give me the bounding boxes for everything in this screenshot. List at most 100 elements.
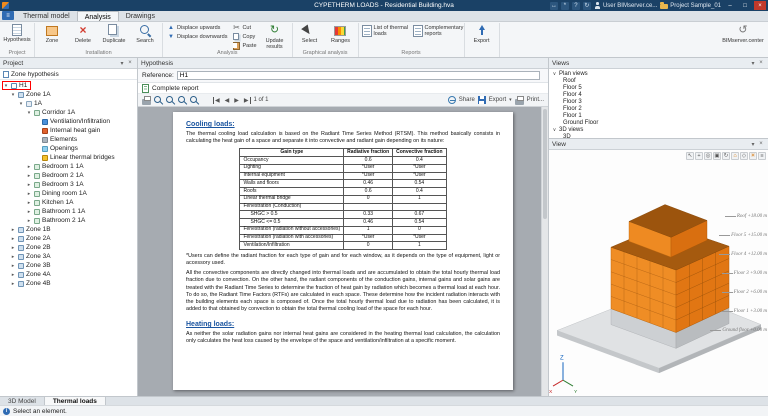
app-menu-button[interactable]: ≡ (2, 11, 14, 20)
chevron-down-icon[interactable]: ▾ (509, 97, 512, 103)
complementary-reports-button[interactable]: Complementary reports (412, 23, 463, 39)
print-label[interactable]: Print... (527, 97, 544, 103)
duplicate-button[interactable]: Duplicate (99, 23, 129, 44)
scrollbar-thumb[interactable] (543, 109, 547, 219)
list-of-thermal-loads-button[interactable]: List of thermal loads (361, 23, 411, 39)
orbit-icon[interactable]: ↻ (722, 152, 730, 160)
pin-icon[interactable]: ▾ (749, 141, 757, 148)
reference-input[interactable] (176, 71, 540, 80)
tree-item-zone-1a[interactable]: ▾ Zone 1A (10, 90, 54, 99)
close-icon[interactable]: × (757, 141, 765, 147)
tree-item-kitchen-1a[interactable]: ▸ Kitchen 1A (26, 198, 76, 207)
search-button[interactable]: Search (130, 23, 160, 44)
expand-icon[interactable]: ▸ (26, 164, 32, 170)
tree-item-zone-3b[interactable]: ▸ Zone 3B (10, 261, 54, 270)
delete-button[interactable]: Delete (68, 23, 98, 44)
expand-icon[interactable]: ▸ (10, 281, 16, 287)
tree-item-linear-thermal-bridges[interactable]: Linear thermal bridges (34, 153, 118, 162)
report-viewport[interactable]: Cooling loads: The thermal cooling load … (138, 107, 548, 396)
print-icon[interactable] (514, 95, 524, 105)
tree-item-zone-4b[interactable]: ▸ Zone 4B (10, 279, 54, 288)
view-item-3d[interactable]: 3D (549, 133, 768, 139)
tab-3d-model[interactable]: 3D Model (0, 397, 44, 405)
tab-thermal-model[interactable]: Thermal model (16, 11, 77, 21)
next-page-button[interactable]: ▶ (233, 97, 240, 104)
zoom-in-icon[interactable] (178, 95, 187, 105)
export-report-icon[interactable] (477, 96, 486, 104)
tree-item-ventilation-infiltration[interactable]: Ventilation/Infiltration (34, 117, 113, 126)
tab-analysis[interactable]: Analysis (76, 11, 119, 21)
tree-item-corridor-1a[interactable]: ▾ Corridor 1A (26, 108, 78, 117)
zoom-fit-icon[interactable] (154, 95, 163, 105)
expand-icon[interactable]: ▸ (10, 236, 16, 242)
view-item-floor-5[interactable]: Floor 5 (549, 84, 768, 91)
tree-item-bedroom-3-1a[interactable]: ▸ Bedroom 3 1A (26, 180, 87, 189)
close-icon[interactable]: × (757, 60, 765, 66)
collapse-icon[interactable]: ▾ (10, 92, 16, 98)
project-chip[interactable]: Project Sample_01 (660, 2, 721, 9)
view-item-floor-2[interactable]: Floor 2 (549, 105, 768, 112)
select-button[interactable]: Select (295, 23, 325, 44)
isometric-view-icon[interactable]: ◇ (740, 152, 748, 160)
minimize-button[interactable]: – (724, 1, 736, 10)
hypothesis-button[interactable]: Hypothesis (2, 23, 32, 43)
expand-icon[interactable]: ▸ (26, 182, 32, 188)
view-item-ground-floor[interactable]: Ground Floor (549, 119, 768, 126)
expand-icon[interactable]: ▸ (26, 218, 32, 224)
tree-item-bedroom-1-1a[interactable]: ▸ Bedroom 1 1A (26, 162, 87, 171)
zoom-width-icon[interactable] (166, 95, 175, 105)
zoom-out-icon[interactable] (190, 95, 199, 105)
building-3d-render[interactable]: Z X Y (549, 150, 768, 396)
select-tool-icon[interactable]: ↖ (686, 152, 694, 160)
tree-item-zone-1b[interactable]: ▸ Zone 1B (10, 225, 54, 234)
expand-icon[interactable]: ▸ (10, 263, 16, 269)
close-button[interactable]: × (754, 1, 766, 10)
view-options-icon[interactable]: ≡ (758, 152, 766, 160)
last-page-button[interactable]: ▶ (243, 96, 251, 104)
tree-item-bathroom-2-1a[interactable]: ▸ Bathroom 2 1A (26, 216, 88, 225)
tree-item-elements[interactable]: Elements (34, 135, 80, 144)
tree-item-zone-2a[interactable]: ▸ Zone 2A (10, 234, 54, 243)
home-view-icon[interactable]: ⌂ (731, 152, 739, 160)
zoom-tool-icon[interactable]: ◎ (704, 152, 712, 160)
export-label[interactable]: Export (489, 97, 506, 103)
settings-icon[interactable]: * (560, 1, 569, 10)
zoom-extents-icon[interactable]: ▣ (713, 152, 721, 160)
share-label[interactable]: Share (459, 97, 475, 103)
expand-icon[interactable]: ▸ (10, 245, 16, 251)
expand-icon[interactable]: ▸ (10, 254, 16, 260)
sun-shadow-icon[interactable]: ☀ (749, 152, 757, 160)
displace-downwards-button[interactable]: Displace downwards (165, 32, 229, 41)
tree-item-zone-3a[interactable]: ▸ Zone 3A (10, 252, 54, 261)
tree-item-bathroom-1-1a[interactable]: ▸ Bathroom 1 1A (26, 207, 88, 216)
view-item-floor-4[interactable]: Floor 4 (549, 91, 768, 98)
cut-button[interactable]: Cut (230, 23, 258, 32)
vertical-scrollbar[interactable] (541, 107, 548, 396)
first-page-button[interactable]: ◀ (213, 96, 221, 104)
expand-icon[interactable]: ▸ (26, 200, 32, 206)
views-group-plan-views[interactable]: ∨ Plan views (549, 70, 768, 77)
collapse-icon[interactable]: ▾ (26, 110, 32, 116)
update-results-button[interactable]: Update results (260, 23, 290, 50)
3d-view[interactable]: ↖ + ◎ ▣ ↻ ⌂ ◇ ☀ ≡ Z X Y Roof +18.00 m Fl… (549, 150, 768, 396)
tree-item-h1[interactable]: ▾ H1 (2, 81, 32, 90)
user-chip[interactable]: User BIMserver.ce... (594, 2, 657, 9)
tree-item-zone-2b[interactable]: ▸ Zone 2B (10, 243, 54, 252)
sync-icon[interactable]: ↻ (582, 1, 591, 10)
bimserver-button[interactable]: BIMserver.center (720, 23, 766, 44)
previous-page-button[interactable]: ◀ (224, 97, 231, 104)
copy-button[interactable]: Copy (230, 32, 258, 41)
collapse-icon[interactable]: ▾ (3, 83, 9, 89)
pin-icon[interactable]: ▾ (749, 60, 757, 67)
views-group-3d-views[interactable]: ∨ 3D views (549, 126, 768, 133)
tree-item-bedroom-2-1a[interactable]: ▸ Bedroom 2 1A (26, 171, 87, 180)
collapse-icon[interactable]: ▾ (18, 101, 24, 107)
tree-item-zone-4a[interactable]: ▸ Zone 4A (10, 270, 54, 279)
pin-icon[interactable]: ▾ (118, 60, 126, 67)
view-item-floor-3[interactable]: Floor 3 (549, 98, 768, 105)
tree-item-internal-heat-gain[interactable]: Internal heat gain (34, 126, 103, 135)
page-setup-icon[interactable] (142, 95, 151, 105)
expand-icon[interactable]: ▸ (26, 191, 32, 197)
tree-item-1a[interactable]: ▾ 1A (18, 99, 45, 108)
export-button[interactable]: Export (467, 23, 497, 44)
